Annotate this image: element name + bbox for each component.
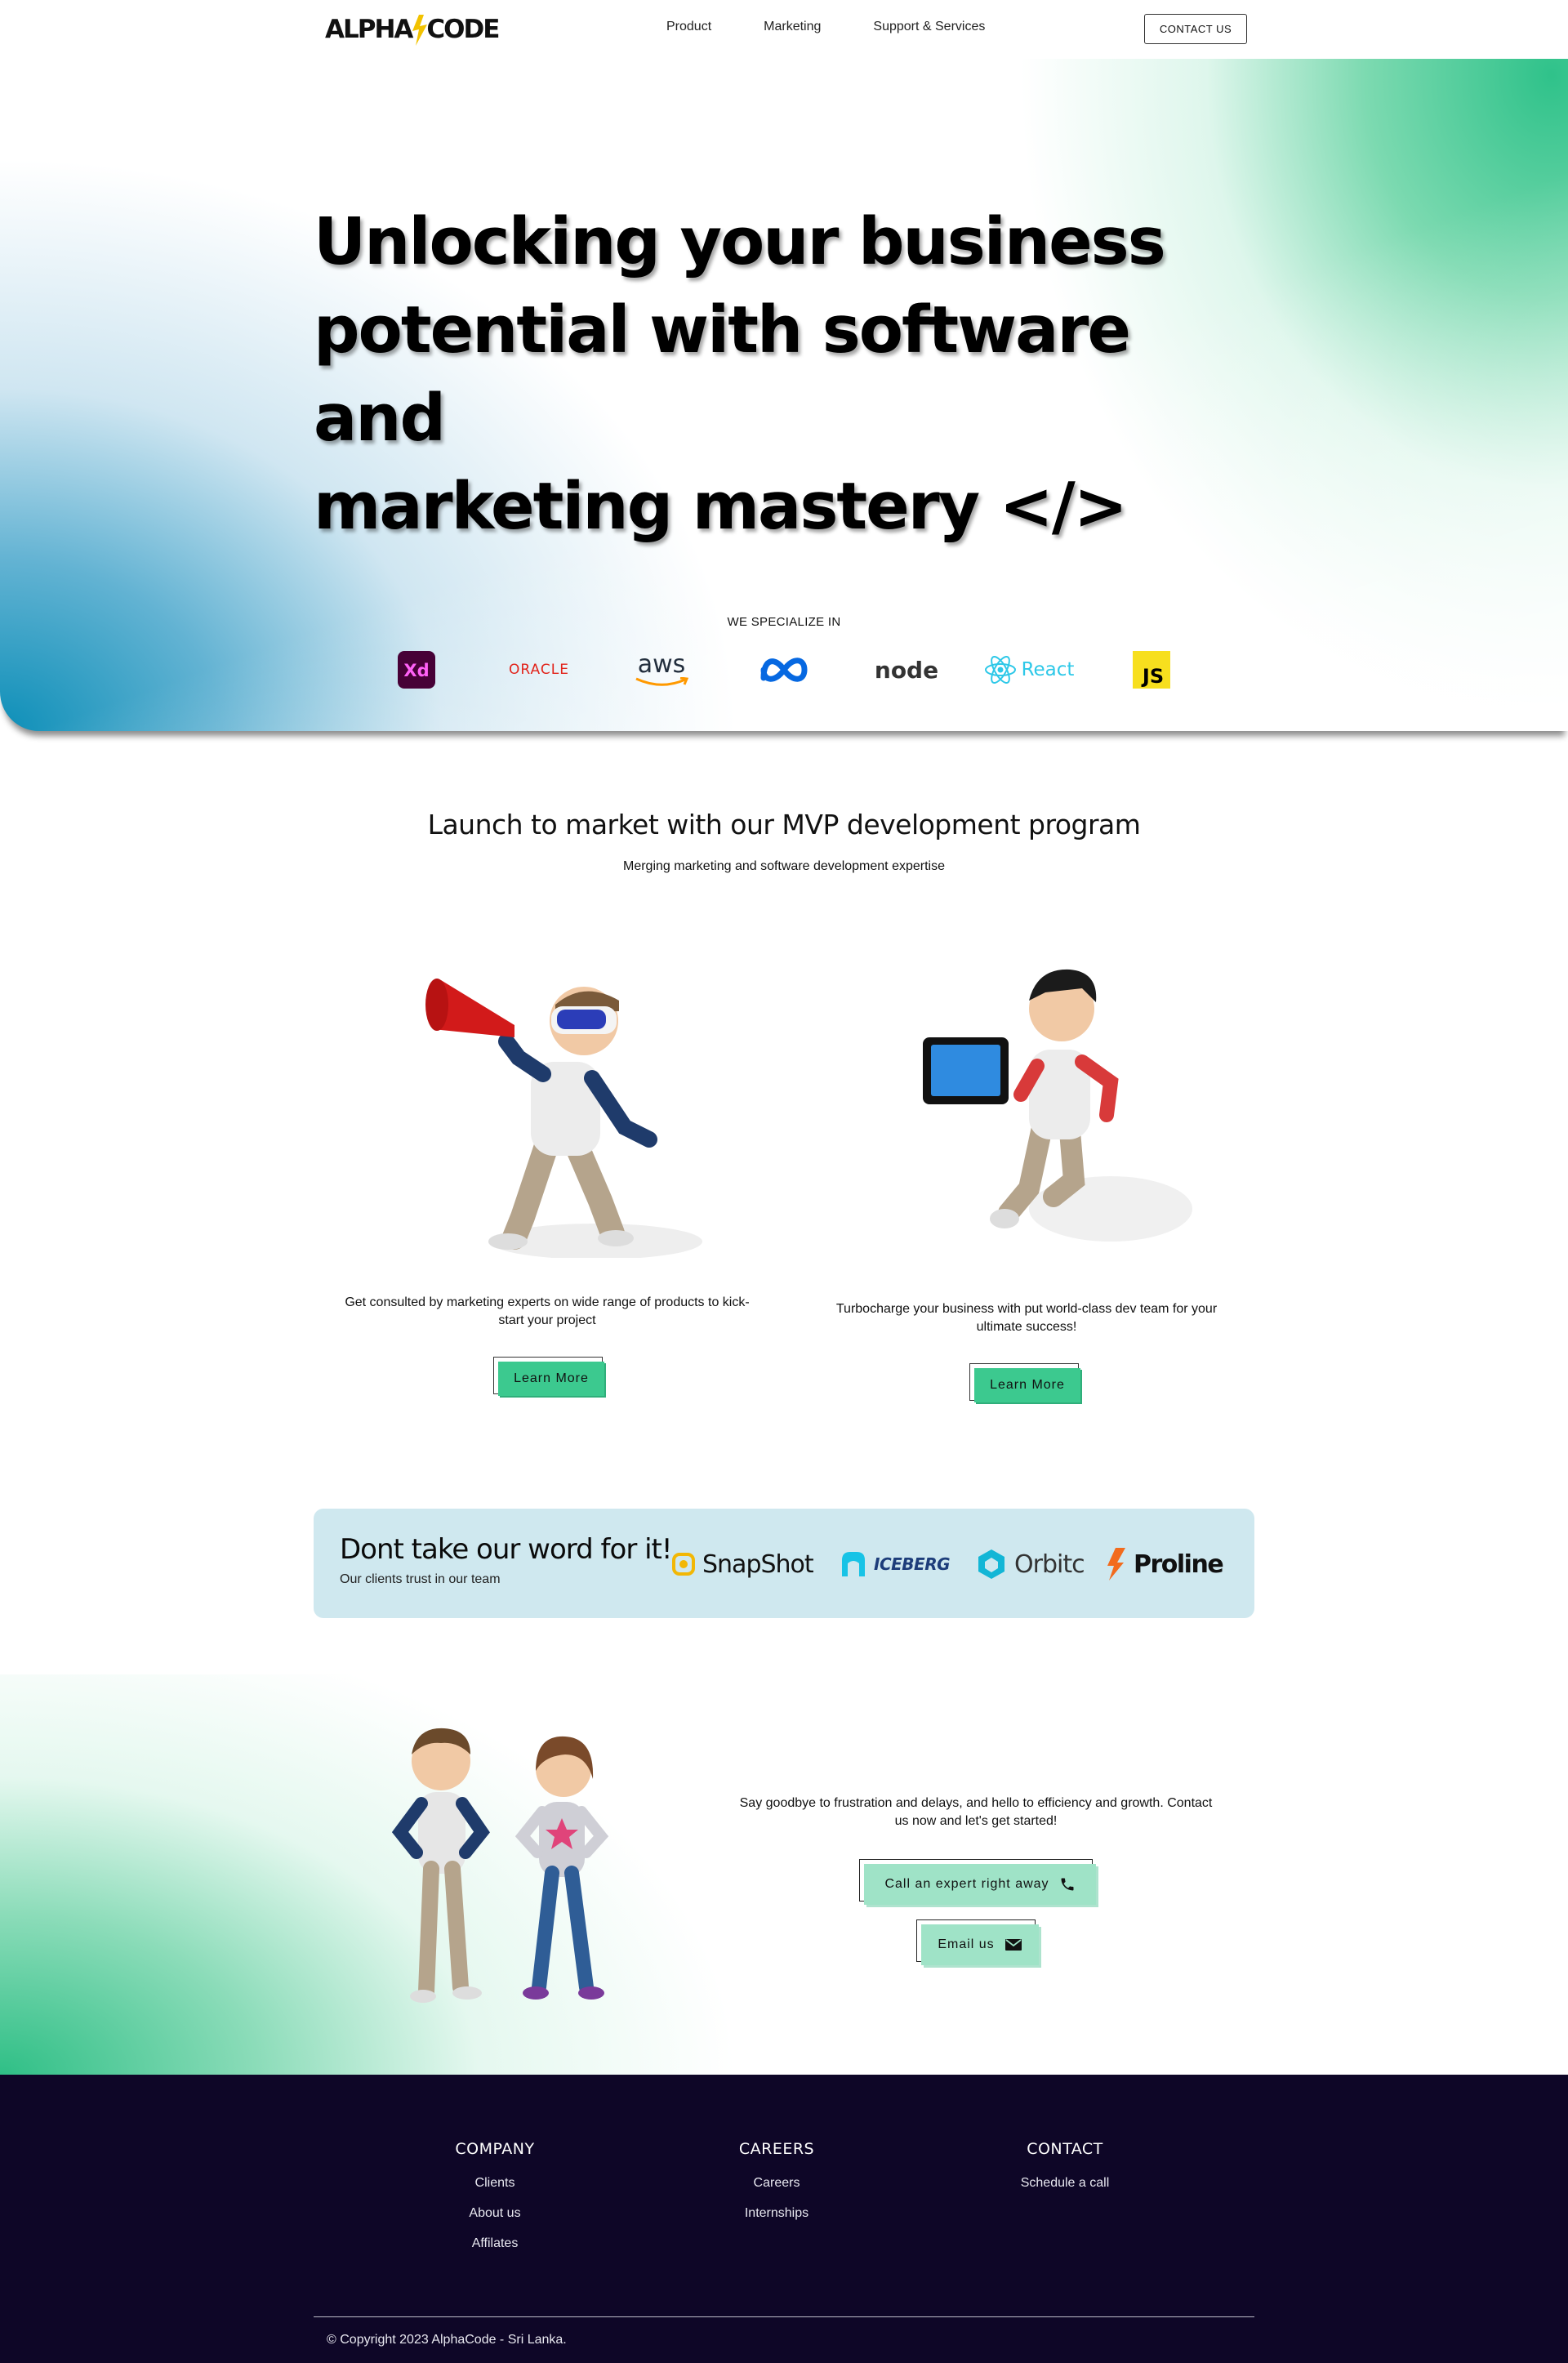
aws-smile-icon xyxy=(635,677,688,686)
clients-subtitle: Our clients trust in our team xyxy=(340,1572,501,1586)
cta-section-background xyxy=(0,1674,1568,2075)
hero-title-line: potential with software and xyxy=(314,292,1131,456)
envelope-icon xyxy=(1004,1939,1022,1951)
proline-logo-text: Proline xyxy=(1134,1549,1224,1579)
footer: COMPANY Clients About us Affilates CAREE… xyxy=(0,2075,1568,2363)
email-us-button[interactable]: Email us xyxy=(916,1919,1040,1967)
aws-logo-text: aws xyxy=(637,650,686,679)
footer-link-schedule-call[interactable]: Schedule a call xyxy=(975,2168,1155,2198)
oracle-logo-text: ORACLE xyxy=(509,662,569,678)
mvp-subtitle: Merging marketing and software developme… xyxy=(623,859,945,873)
top-navbar: ALPHA CODE Product Marketing Support & S… xyxy=(0,0,1568,59)
react-logo: React xyxy=(983,645,1075,694)
learn-more-label[interactable]: Learn More xyxy=(974,1368,1080,1402)
footer-link-affiliates[interactable]: Affilates xyxy=(405,2228,585,2258)
footer-link-clients[interactable]: Clients xyxy=(405,2168,585,2198)
logo-text-alpha: ALPHA xyxy=(325,15,413,44)
kids-duo-illustration xyxy=(391,1728,609,2003)
hero-title-line: Unlocking your business xyxy=(314,204,1166,279)
snapshot-icon xyxy=(672,1553,695,1576)
meta-logo xyxy=(755,645,813,694)
footer-divider xyxy=(314,2316,1254,2317)
email-us-fill[interactable]: Email us xyxy=(921,1924,1039,1965)
learn-more-development-button[interactable]: Learn More xyxy=(969,1363,1082,1404)
learn-more-marketing-button[interactable]: Learn More xyxy=(493,1357,606,1398)
cta-message: Say goodbye to frustration and delays, a… xyxy=(739,1796,1213,1828)
footer-column-title: CONTACT xyxy=(1027,2140,1103,2158)
snapshot-client-logo: SnapShot xyxy=(671,1543,814,1585)
contact-us-button[interactable]: CONTACT US xyxy=(1144,14,1247,44)
call-expert-button[interactable]: Call an expert right away xyxy=(859,1859,1098,1906)
card-marketing-text: Get consulted by marketing experts on wi… xyxy=(345,1295,750,1327)
logo-text-code: CODE xyxy=(426,15,500,44)
footer-column-title: CAREERS xyxy=(738,2140,815,2158)
oracle-logo: ORACLE xyxy=(498,645,580,694)
call-expert-fill[interactable]: Call an expert right away xyxy=(864,1864,1096,1905)
nav-link-product[interactable]: Product xyxy=(666,20,711,34)
react-logo-text: React xyxy=(1021,659,1075,680)
adobe-xd-logo-text: Xd xyxy=(403,661,429,680)
footer-link-careers[interactable]: Careers xyxy=(687,2168,866,2198)
nav-link-marketing[interactable]: Marketing xyxy=(764,20,821,34)
hero-section: Unlocking your business potential with s… xyxy=(0,59,1568,731)
snapshot-logo-text: SnapShot xyxy=(702,1549,814,1579)
nodejs-logo: node xyxy=(874,645,939,694)
hero-title-line: marketing mastery </> xyxy=(314,469,1128,544)
react-atom-icon xyxy=(984,656,1016,684)
footer-company-column: COMPANY Clients About us Affilates xyxy=(405,2140,585,2258)
tech-logo-row: Xd ORACLE aws node React JS xyxy=(0,645,1568,694)
proline-icon xyxy=(1107,1548,1125,1581)
nav-links: Product Marketing Support & Services xyxy=(666,20,985,34)
clients-title: Dont take our word for it! xyxy=(340,1533,673,1566)
clients-banner: Dont take our word for it! Our clients t… xyxy=(314,1509,1254,1618)
hero-title: Unlocking your business potential with s… xyxy=(314,198,1212,551)
footer-link-about-us[interactable]: About us xyxy=(405,2198,585,2228)
proline-client-logo: Proline xyxy=(1106,1543,1224,1585)
adobe-xd-logo: Xd xyxy=(397,645,436,694)
learn-more-label[interactable]: Learn More xyxy=(498,1362,604,1396)
orbitc-client-logo: Orbitc xyxy=(975,1543,1085,1585)
iceberg-logo-text: ICEBERG xyxy=(874,1554,951,1574)
footer-column-title: COMPANY xyxy=(455,2140,535,2158)
orbitc-logo-text: Orbitc xyxy=(1014,1549,1085,1579)
javascript-logo-text: JS xyxy=(1141,665,1164,688)
aws-logo: aws xyxy=(629,645,694,694)
bolt-icon xyxy=(409,11,429,47)
footer-link-internships[interactable]: Internships xyxy=(687,2198,866,2228)
footer-careers-column: CAREERS Careers Internships xyxy=(687,2140,866,2228)
iceberg-client-logo: ICEBERG xyxy=(840,1543,951,1585)
nav-link-support[interactable]: Support & Services xyxy=(873,20,985,34)
card-development-text: Turbocharge your business with put world… xyxy=(835,1302,1218,1334)
mvp-title: Launch to market with our MVP developmen… xyxy=(427,809,1141,840)
nodejs-logo-text: node xyxy=(874,656,939,684)
specialize-label: WE SPECIALIZE IN xyxy=(727,615,841,629)
megaphone-kid-illustration xyxy=(425,979,702,1258)
footer-contact-column: CONTACT Schedule a call xyxy=(975,2140,1155,2198)
brand-logo[interactable]: ALPHA CODE xyxy=(325,11,500,47)
email-us-label: Email us xyxy=(938,1937,995,1951)
copyright-text: © Copyright 2023 AlphaCode - Sri Lanka. xyxy=(327,2333,567,2347)
phone-icon xyxy=(1061,1878,1074,1891)
call-expert-label: Call an expert right away xyxy=(884,1877,1049,1891)
javascript-logo: JS xyxy=(1132,645,1171,694)
orbitc-icon xyxy=(978,1549,1004,1579)
iceberg-icon xyxy=(842,1552,865,1576)
tablet-kid-illustration xyxy=(923,969,1192,1242)
